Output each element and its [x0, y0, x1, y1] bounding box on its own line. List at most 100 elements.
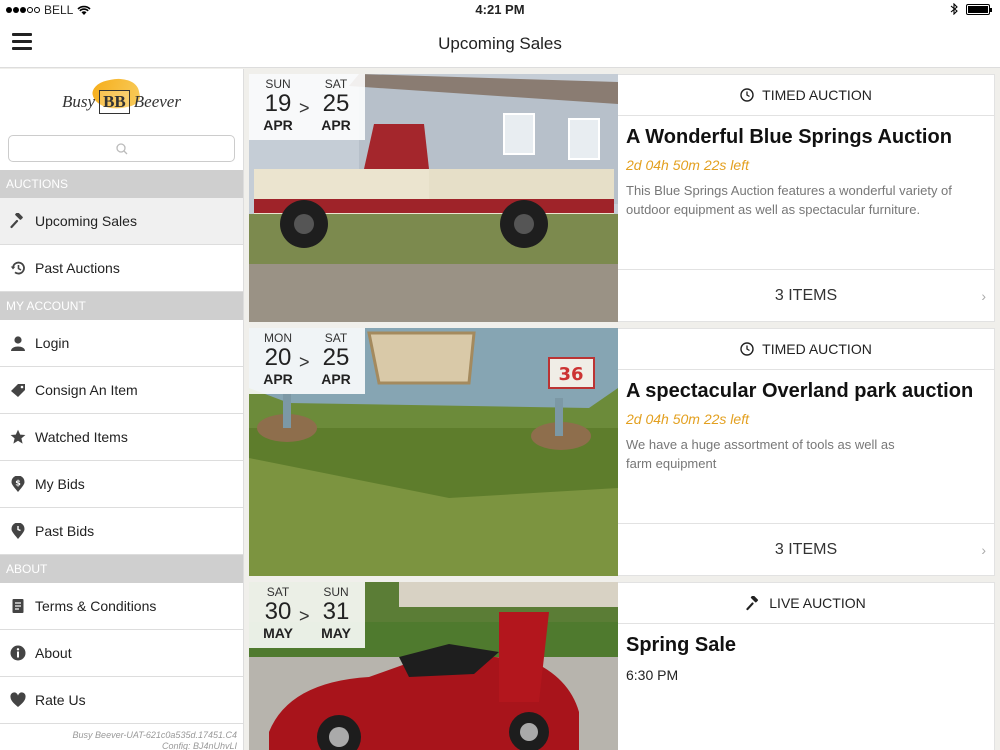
start-dow: SUN — [265, 77, 291, 91]
sale-description: We have a huge assortment of tools as we… — [626, 437, 895, 471]
battery-icon — [966, 3, 992, 15]
start-dow: MON — [264, 331, 292, 345]
end-day: 25 — [322, 90, 350, 117]
tag-icon — [9, 381, 27, 399]
auction-type: LIVE AUCTION — [618, 583, 994, 624]
items-button[interactable]: 3 ITEMS › — [618, 269, 994, 321]
sidebar-item-upcoming-sales[interactable]: Upcoming Sales — [0, 198, 243, 245]
sidebar-item-label: Terms & Conditions — [35, 598, 157, 614]
start-month: MAY — [263, 625, 293, 641]
sidebar-item-label: Consign An Item — [35, 382, 138, 398]
sidebar-item-label: Past Bids — [35, 523, 95, 539]
sidebar-item-label: Watched Items — [35, 429, 128, 445]
end-month: MAY — [321, 625, 351, 641]
section-about: ABOUT — [0, 555, 243, 583]
sidebar-item-past-bids[interactable]: Past Bids — [0, 508, 243, 555]
nav-bar: Upcoming Sales — [0, 20, 1000, 68]
sidebar-item-about[interactable]: About — [0, 630, 243, 677]
start-dow: SAT — [266, 585, 290, 599]
status-right — [950, 3, 992, 15]
end-dow: SUN — [323, 585, 349, 599]
section-auctions: AUCTIONS — [0, 170, 243, 198]
sidebar: Busy BB Beever AUCTIONS Upcoming Sales P… — [0, 69, 244, 750]
date-range: MON 20 APR > SAT 25 APR — [249, 328, 365, 394]
sidebar-item-label: Rate Us — [35, 692, 86, 708]
sale-info: TIMED AUCTION A Wonderful Blue Springs A… — [618, 74, 995, 322]
end-month: APR — [321, 117, 351, 133]
sidebar-item-watched[interactable]: Watched Items — [0, 414, 243, 461]
sidebar-item-consign[interactable]: Consign An Item — [0, 367, 243, 414]
end-dow: SAT — [324, 77, 348, 91]
user-icon — [9, 334, 27, 352]
sale-info: LIVE AUCTION Spring Sale 6:30 PM — [618, 582, 995, 750]
end-month: APR — [321, 371, 351, 387]
sale-card[interactable]: 36 MON 20 APR > SAT 25 APR TIMED AUCTION A s… — [249, 328, 995, 576]
dollar-pin-icon: $ — [9, 475, 27, 493]
document-icon — [9, 597, 27, 615]
sidebar-item-rate-us[interactable]: Rate Us — [0, 677, 243, 724]
logo: Busy BB Beever — [0, 69, 243, 135]
logo-mark: BB — [99, 90, 130, 114]
svg-text:36: 36 — [558, 364, 583, 385]
info-icon — [9, 644, 27, 662]
end-dow: SAT — [324, 331, 348, 345]
start-month: APR — [263, 117, 293, 133]
sidebar-item-label: About — [35, 645, 72, 661]
chevron-right-icon: › — [981, 288, 986, 304]
logo-left: Busy — [62, 92, 96, 111]
red-sports-car-photo: SAT 30 MAY > SUN 31 MAY — [249, 582, 618, 750]
star-icon — [9, 428, 27, 446]
gavel-icon — [746, 595, 759, 610]
auction-type-label: LIVE AUCTION — [769, 595, 866, 611]
heart-icon — [9, 691, 27, 709]
status-bar: BELL 4:21 PM — [0, 0, 1000, 20]
date-range: SUN 19 APR > SAT 25 APR — [249, 74, 365, 140]
auction-type-label: TIMED AUCTION — [762, 341, 872, 357]
gavel-icon — [9, 212, 27, 230]
time-left: 2d 04h 50m 22s left — [626, 157, 749, 173]
build-info-line: Busy Beever-UAT-621c0a535d.17451.C4 — [72, 730, 237, 740]
sidebar-item-login[interactable]: Login — [0, 320, 243, 367]
items-button[interactable]: 3 ITEMS › — [618, 523, 994, 575]
time-left: 2d 04h 50m 22s left — [626, 411, 749, 427]
sidebar-item-past-auctions[interactable]: Past Auctions — [0, 245, 243, 292]
clock: 4:21 PM — [475, 2, 525, 17]
clock-icon — [740, 88, 754, 102]
config-info-line: Config: BJ4nUhvLI — [161, 741, 237, 750]
start-time: 6:30 PM — [626, 667, 679, 683]
sale-title[interactable]: A Wonderful Blue Springs Auction — [618, 116, 994, 149]
date-range: SAT 30 MAY > SUN 31 MAY — [249, 582, 365, 648]
end-day: 31 — [322, 598, 350, 625]
start-month: APR — [263, 371, 293, 387]
sale-card[interactable]: SAT 30 MAY > SUN 31 MAY LIVE AUCTION Spring … — [249, 582, 995, 750]
sale-title[interactable]: A spectacular Overland park auction — [618, 370, 994, 403]
section-my-account: MY ACCOUNT — [0, 292, 243, 320]
sidebar-item-label: Upcoming Sales — [35, 213, 137, 229]
bluetooth-icon — [950, 3, 958, 15]
auction-type-label: TIMED AUCTION — [762, 87, 872, 103]
end-day: 25 — [322, 344, 350, 371]
page-title: Upcoming Sales — [438, 34, 562, 53]
clock-icon — [740, 342, 754, 356]
sale-card[interactable]: SUN 19 APR > SAT 25 APR TIMED AUCTION A Wond… — [249, 74, 995, 322]
sale-title[interactable]: Spring Sale — [618, 624, 994, 657]
sidebar-item-label: Login — [35, 335, 70, 351]
sale-description: This Blue Springs Auction features a won… — [626, 183, 952, 217]
clock-pin-icon — [9, 522, 27, 540]
auction-type: TIMED AUCTION — [618, 329, 994, 370]
sidebar-item-terms[interactable]: Terms & Conditions — [0, 583, 243, 630]
sale-info: TIMED AUCTION A spectacular Overland par… — [618, 328, 995, 576]
items-count: 3 ITEMS — [774, 286, 838, 304]
red-pickup-truck-photo: SUN 19 APR > SAT 25 APR — [249, 74, 618, 322]
logo-right: Beever — [133, 92, 181, 111]
auction-type: TIMED AUCTION — [618, 75, 994, 116]
sidebar-item-my-bids[interactable]: $ My Bids — [0, 461, 243, 508]
sidebar-item-label: Past Auctions — [35, 260, 120, 276]
items-count: 3 ITEMS — [774, 540, 838, 558]
chevron-right-icon: › — [981, 542, 986, 558]
soapbox-racer-photo: 36 MON 20 APR > SAT 25 APR — [249, 328, 618, 576]
start-day: 19 — [264, 90, 292, 117]
build-info: Busy Beever-UAT-621c0a535d.17451.C4 Conf… — [0, 724, 243, 750]
search-icon — [115, 142, 127, 154]
search-input[interactable] — [8, 135, 235, 162]
